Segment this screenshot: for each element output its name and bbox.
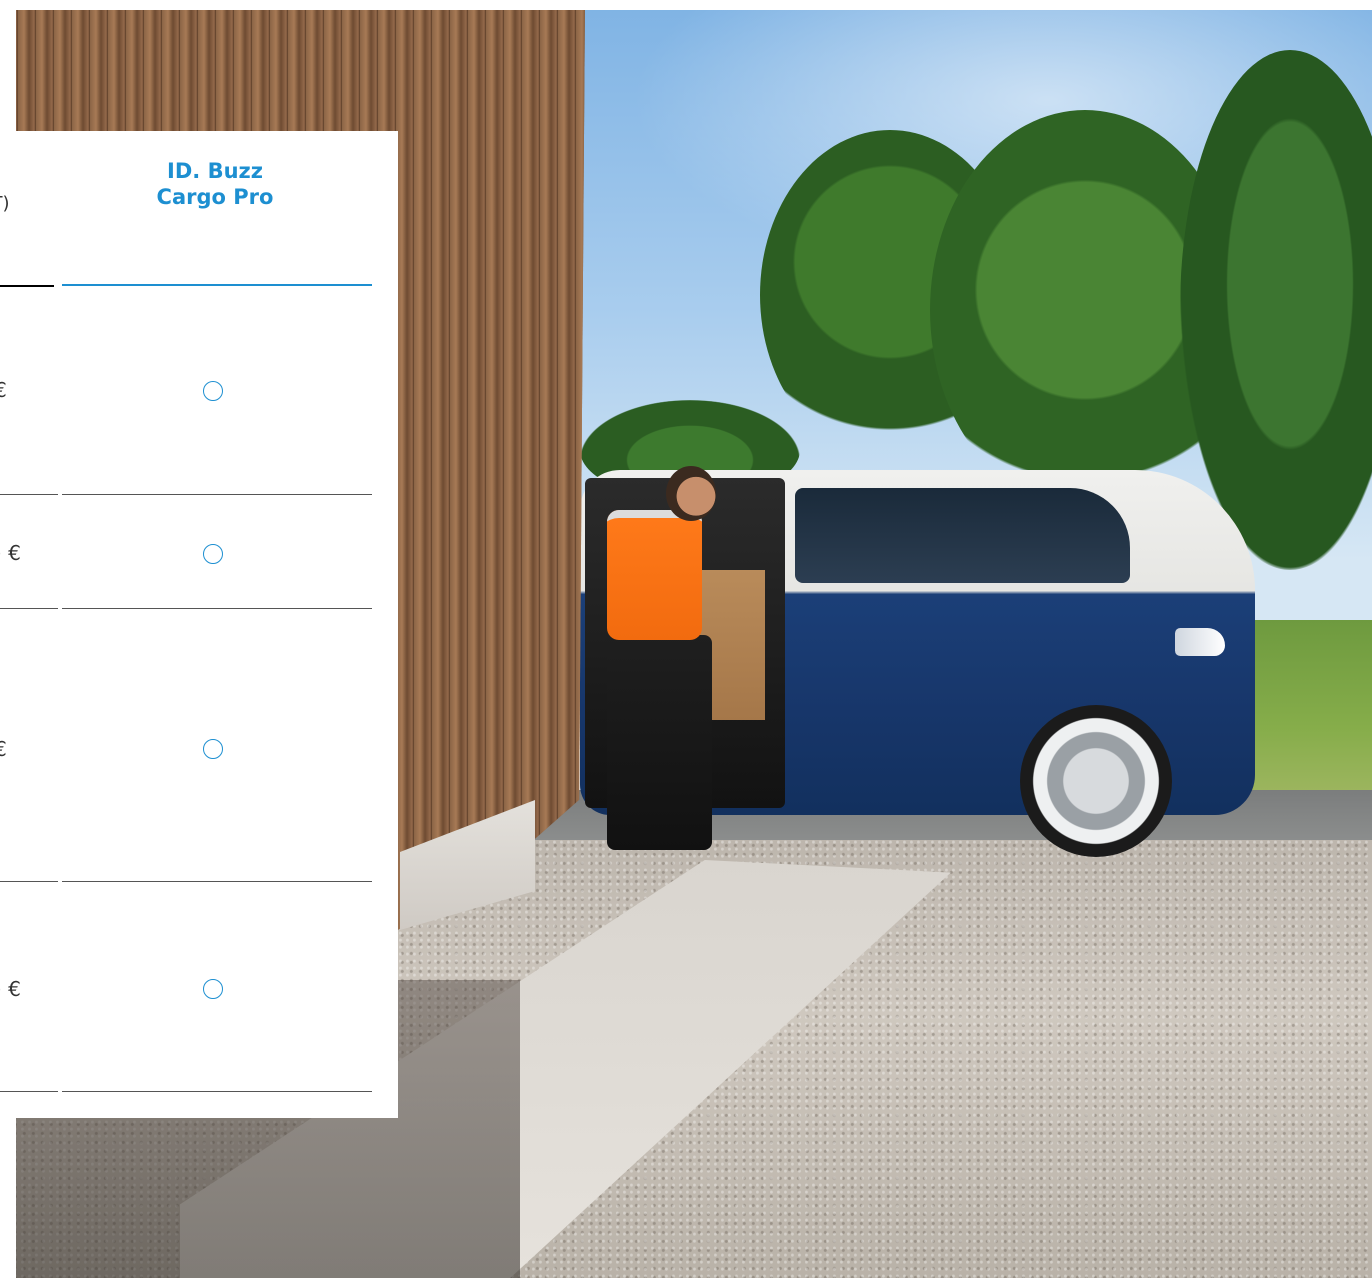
model-name-line1: ID. Buzz bbox=[167, 159, 263, 183]
row-divider bbox=[0, 1091, 58, 1092]
van-window bbox=[795, 488, 1130, 583]
column-header-model: ID. Buzz Cargo Pro bbox=[125, 158, 305, 210]
worker-safety-vest bbox=[607, 510, 702, 640]
price-cell: ) € bbox=[0, 977, 21, 1001]
price-cell: € bbox=[0, 378, 7, 402]
radio-circle-icon[interactable] bbox=[203, 739, 223, 759]
table-row: € bbox=[0, 609, 372, 882]
column-header-price: HT) bbox=[0, 193, 10, 214]
van-headlight bbox=[1175, 628, 1225, 656]
table-row: ) € bbox=[0, 495, 372, 609]
row-divider bbox=[62, 1091, 372, 1092]
table-row: ) € bbox=[0, 882, 372, 1092]
comparison-table-panel: HT) ID. Buzz Cargo Pro € ) € € ) € bbox=[0, 131, 398, 1118]
model-name-line2: Cargo Pro bbox=[156, 185, 274, 209]
price-cell: € bbox=[0, 737, 7, 761]
table-row: € bbox=[0, 286, 372, 495]
radio-circle-icon[interactable] bbox=[203, 979, 223, 999]
radio-circle-icon[interactable] bbox=[203, 544, 223, 564]
van-wheel bbox=[1020, 705, 1172, 857]
top-frame bbox=[0, 0, 1372, 10]
worker-legs bbox=[607, 635, 712, 850]
price-cell: ) € bbox=[0, 541, 21, 565]
radio-circle-icon[interactable] bbox=[203, 381, 223, 401]
worker-head bbox=[666, 466, 716, 521]
